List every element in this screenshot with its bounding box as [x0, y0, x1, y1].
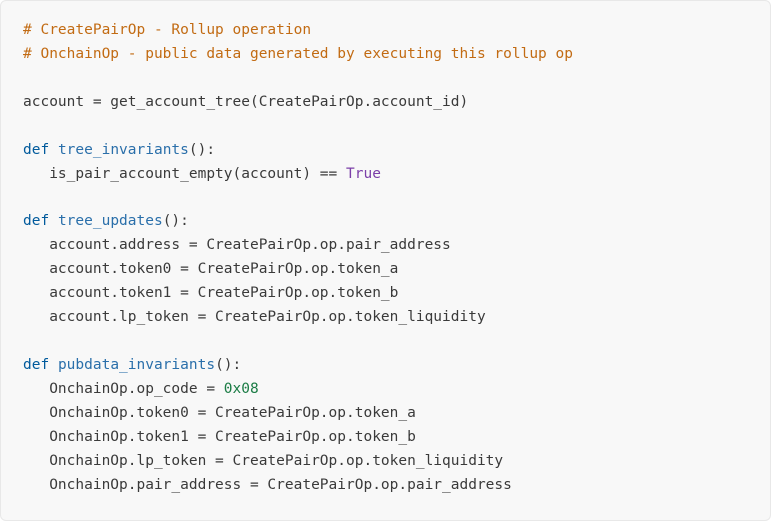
code-statement: account.lp_token = CreatePairOp.op.token… — [23, 309, 486, 325]
function-name: tree_invariants — [58, 142, 189, 158]
code-statement: account.token0 = CreatePairOp.op.token_a — [23, 261, 398, 277]
code-statement: account.address = CreatePairOp.op.pair_a… — [23, 237, 451, 253]
parens: (): — [189, 142, 215, 158]
code-statement: OnchainOp.token0 = CreatePairOp.op.token… — [23, 405, 416, 421]
code-statement: OnchainOp.op_code = — [23, 381, 224, 397]
code-statement: OnchainOp.token1 = CreatePairOp.op.token… — [23, 429, 416, 445]
code-statement: OnchainOp.pair_address = CreatePairOp.op… — [23, 477, 512, 493]
code-statement: is_pair_account_empty(account) == — [23, 166, 346, 182]
code-comment: # CreatePairOp - Rollup operation — [23, 22, 311, 38]
keyword-def: def — [23, 213, 49, 229]
parens: (): — [163, 213, 189, 229]
hex-literal: 0x08 — [224, 381, 259, 397]
code-statement: account.token1 = CreatePairOp.op.token_b — [23, 285, 398, 301]
keyword-def: def — [23, 142, 49, 158]
function-name: pubdata_invariants — [58, 357, 215, 373]
code-statement: account = get_account_tree(CreatePairOp.… — [23, 94, 468, 110]
function-name: tree_updates — [58, 213, 163, 229]
parens: (): — [215, 357, 241, 373]
bool-const: True — [346, 166, 381, 182]
code-statement: OnchainOp.lp_token = CreatePairOp.op.tok… — [23, 453, 503, 469]
code-block: # CreatePairOp - Rollup operation # Onch… — [0, 0, 771, 521]
keyword-def: def — [23, 357, 49, 373]
code-comment: # OnchainOp - public data generated by e… — [23, 46, 573, 62]
